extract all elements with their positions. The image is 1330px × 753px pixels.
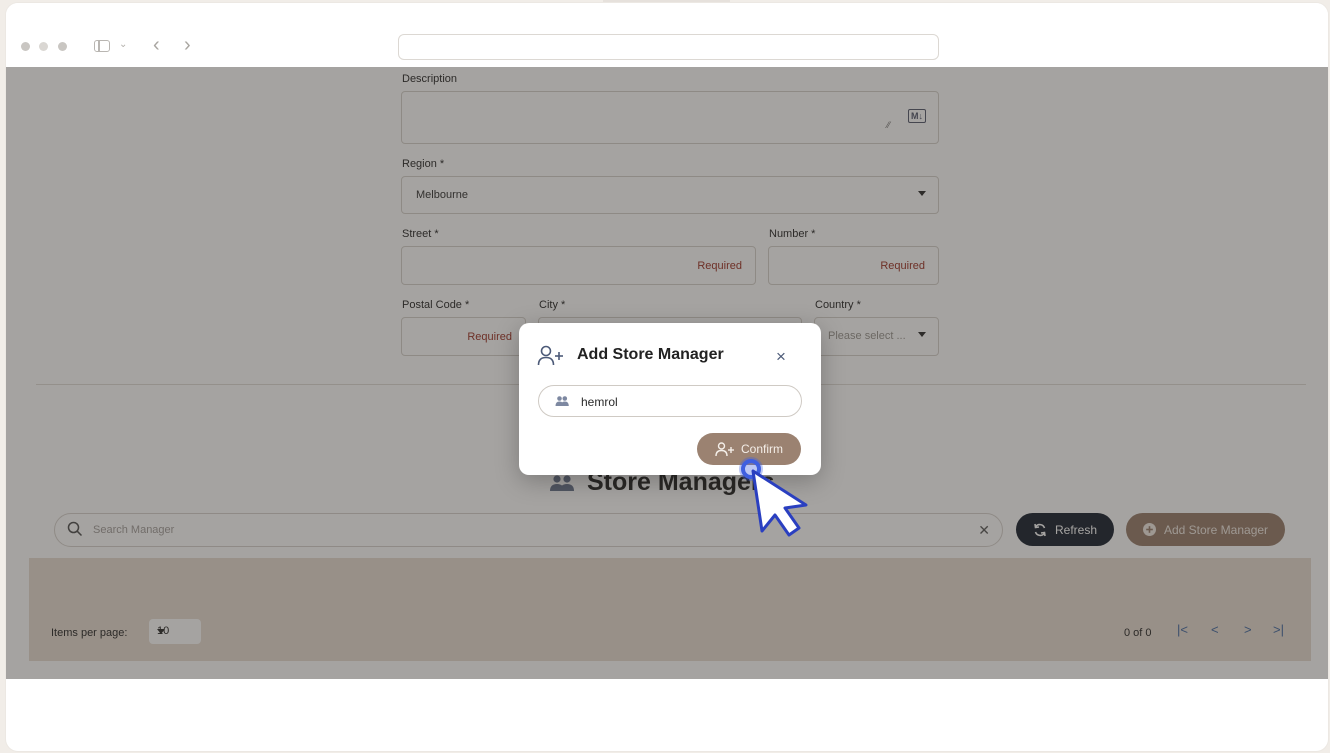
manager-username-value: hemrol <box>581 395 618 409</box>
browser-chrome: ⌄ ‹ › <box>6 3 1328 67</box>
add-store-manager-dialog: Add Store Manager × hemrol Confirm <box>519 323 821 475</box>
manager-username-input[interactable]: hemrol <box>538 385 802 417</box>
browser-window: ⌄ ‹ › Description ⁄⁄ M↓ Region * Melbour… <box>6 3 1328 751</box>
dialog-title: Add Store Manager <box>577 346 724 363</box>
people-icon <box>555 396 569 406</box>
forward-arrow-icon[interactable]: › <box>184 34 191 57</box>
chevron-down-icon[interactable]: ⌄ <box>119 39 127 50</box>
sidebar-toggle-icon[interactable] <box>94 40 110 52</box>
pointer-cursor-icon <box>739 457 808 537</box>
add-user-icon <box>537 345 563 366</box>
add-user-icon <box>715 441 734 456</box>
window-close-dot[interactable] <box>21 42 30 51</box>
back-arrow-icon[interactable]: ‹ <box>153 34 160 57</box>
window-minimize-dot[interactable] <box>39 42 48 51</box>
close-icon[interactable]: × <box>776 347 786 367</box>
address-bar[interactable] <box>398 34 939 60</box>
confirm-label: Confirm <box>740 442 783 456</box>
window-zoom-dot[interactable] <box>58 42 67 51</box>
